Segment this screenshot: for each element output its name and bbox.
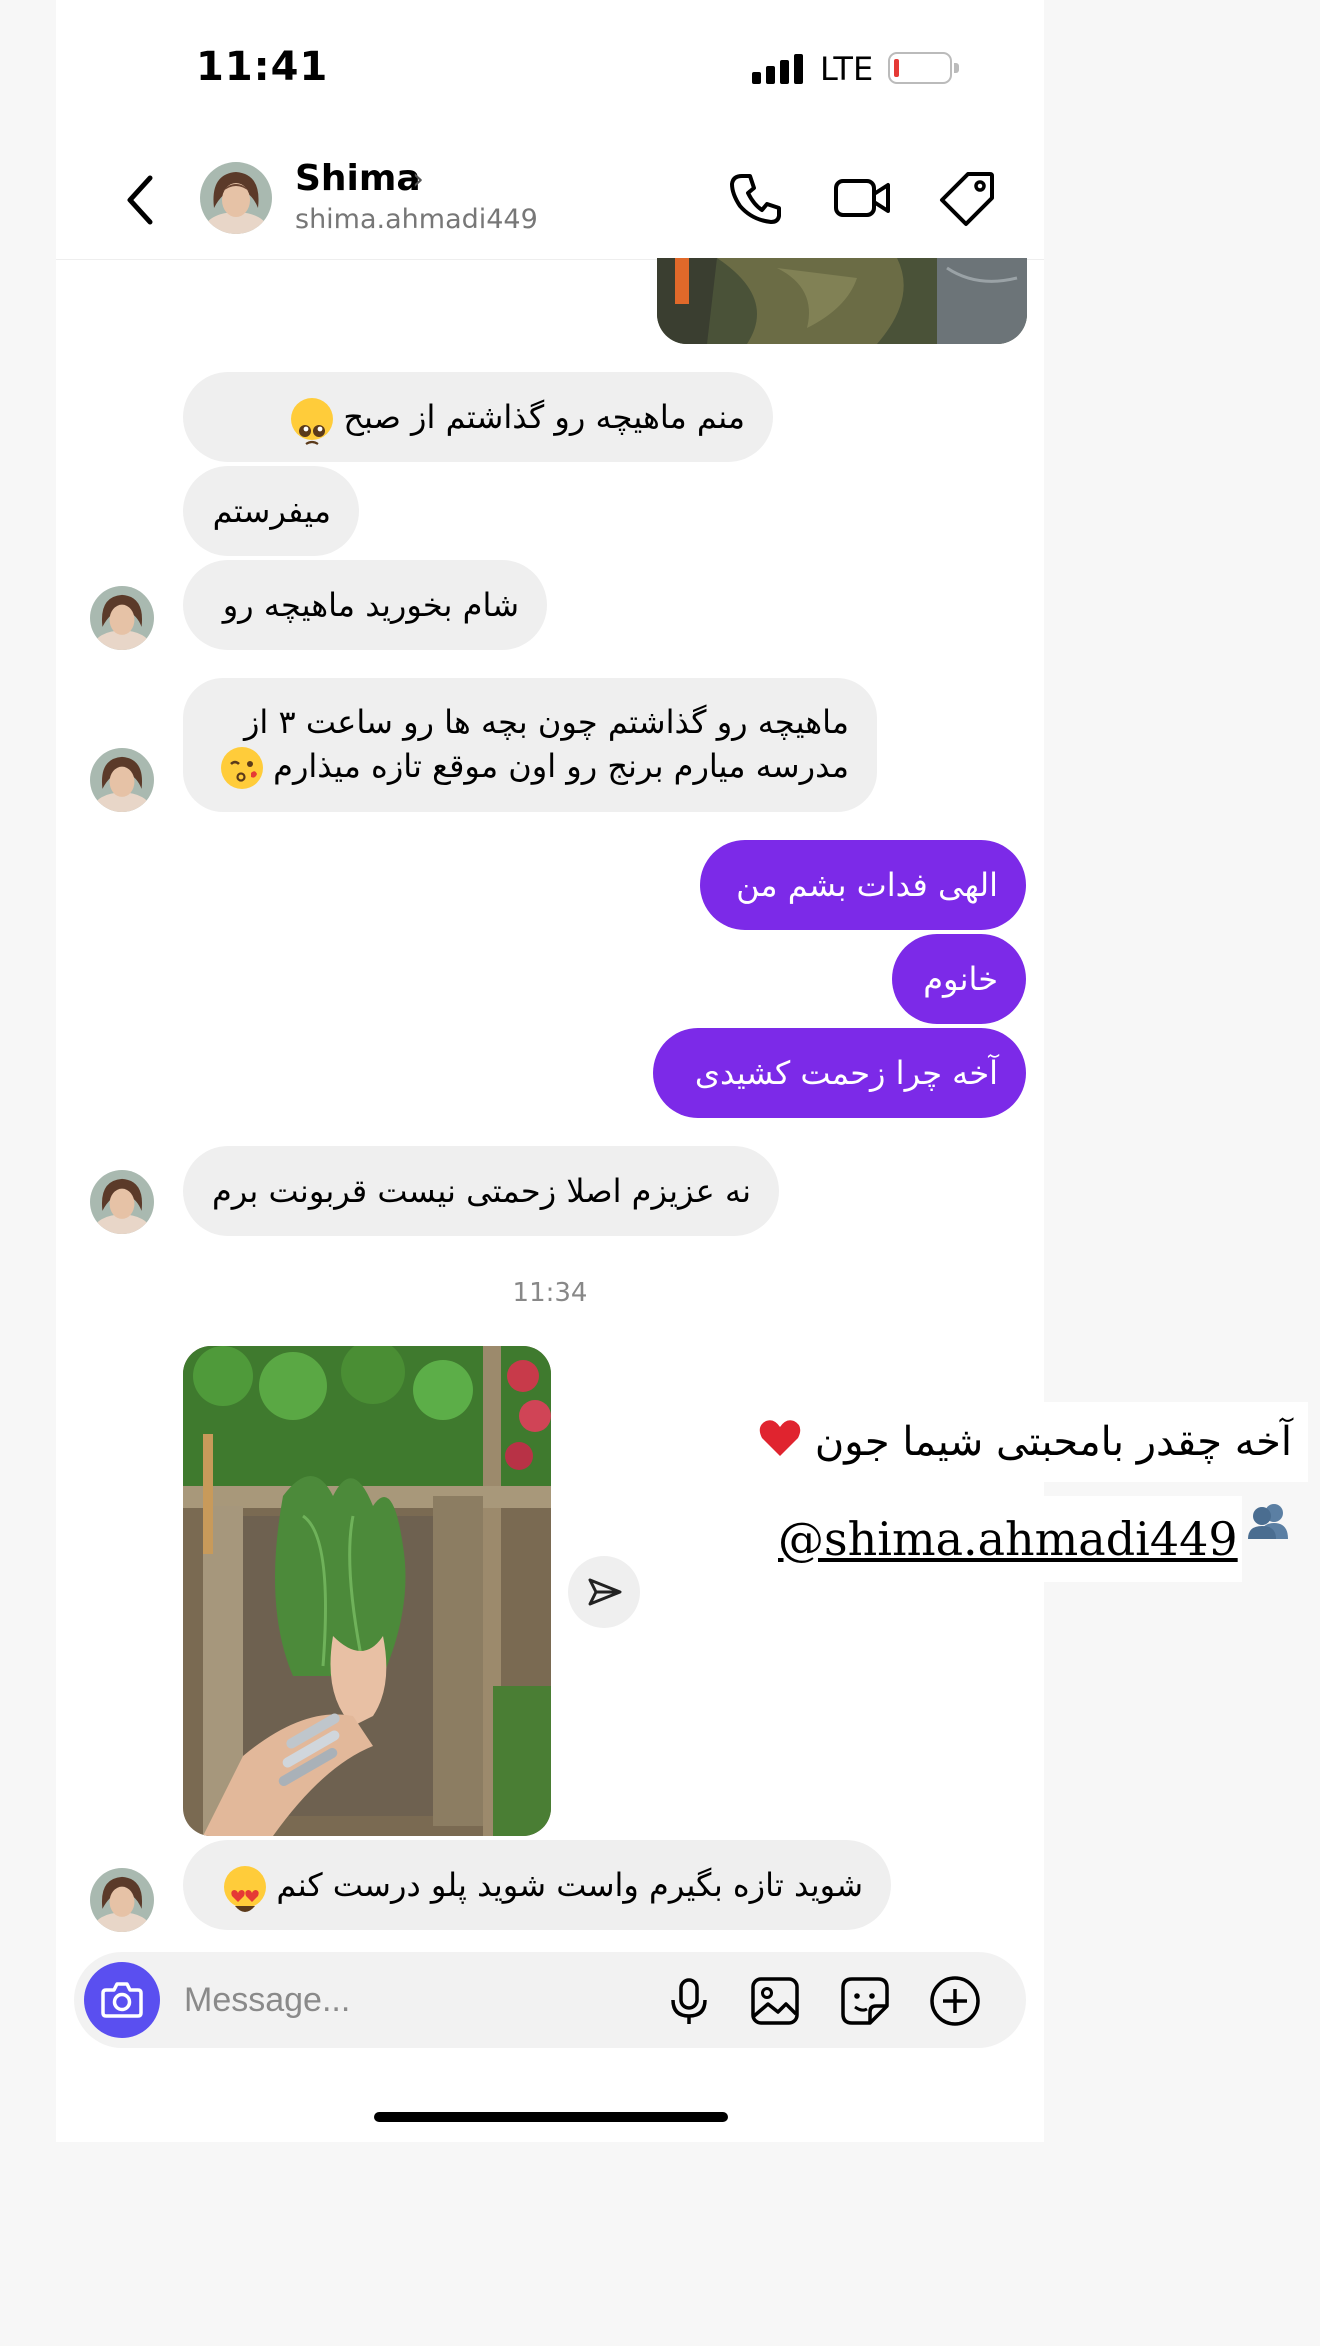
message-text: نه عزیزم اصلا زحمتی نیست قربونت برم: [211, 1172, 751, 1210]
message-bubble[interactable]: آخه چرا زحمت کشیدی: [653, 1028, 1026, 1118]
message-text: خانوم: [923, 960, 998, 998]
message-input[interactable]: [184, 1968, 624, 2032]
camera-button[interactable]: [84, 1962, 160, 2038]
kissing-face-icon: [220, 747, 263, 789]
pleading-face-icon: [291, 398, 334, 445]
message-bubble[interactable]: الهی فدات بشم من: [700, 840, 1026, 930]
shared-post-image[interactable]: [183, 1346, 551, 1836]
avatar[interactable]: [90, 586, 154, 650]
time-separator: 11:34: [512, 1278, 588, 1308]
avatar[interactable]: [90, 1868, 154, 1932]
message-text: ماهیچه رو گذاشتم چون بچه ها رو ساعت ۳ از: [243, 703, 849, 741]
home-indicator[interactable]: [374, 2112, 728, 2122]
busts-in-silhouette-icon: [1246, 1488, 1292, 1568]
message-bubble[interactable]: شام بخورید ماهیچه رو: [183, 560, 547, 650]
message-text: شام بخورید ماهیچه رو: [222, 586, 519, 624]
chevron-right-icon[interactable]: ›: [412, 162, 424, 197]
chat-header: Shima › shima.ahmadi449: [56, 140, 1044, 260]
contact-username: shima.ahmadi449: [295, 204, 538, 235]
heart-eyes-face-icon: [224, 1866, 267, 1912]
red-heart-icon: [758, 1405, 802, 1485]
post-mention[interactable]: @shima.ahmadi449: [756, 1496, 1242, 1582]
avatar[interactable]: [90, 1170, 154, 1234]
message-text: شوید تازه بگیرم واست شوید پلو درست کنم: [276, 1866, 863, 1904]
avatar[interactable]: [200, 162, 272, 234]
status-time: 11:41: [196, 44, 329, 90]
message-bubble[interactable]: شوید تازه بگیرم واست شوید پلو درست کنم: [183, 1840, 891, 1930]
message-text: منم ماهیچه رو گذاشتم از صبح: [343, 398, 745, 436]
microphone-icon[interactable]: [662, 1974, 716, 2028]
mention-link[interactable]: @shima.ahmadi449: [778, 1512, 1238, 1566]
message-bubble[interactable]: منم ماهیچه رو گذاشتم از صبح: [183, 372, 773, 462]
camera-icon: [101, 1982, 143, 2018]
tag-icon[interactable]: [936, 166, 1000, 230]
message-composer: [74, 1952, 1026, 2048]
network-label: LTE: [820, 50, 874, 88]
signal-icon: [752, 54, 803, 84]
message-text: میفرستم: [212, 492, 331, 530]
contact-name[interactable]: Shima: [295, 158, 421, 199]
message-text: آخه چرا زحمت کشیدی: [694, 1054, 998, 1092]
post-caption-text: آخه چقدر بامحبتی شیما جون: [814, 1419, 1292, 1465]
message-bubble[interactable]: ماهیچه رو گذاشتم چون بچه ها رو ساعت ۳ از…: [183, 678, 877, 812]
status-bar: 11:41 LTE: [56, 0, 1044, 130]
screen: 11:41 LTE Shima › shima.ahmadi449 منم ما…: [0, 0, 1320, 2346]
message-text: مدرسه میارم برنج رو اون موقع تازه میذارم: [273, 747, 849, 785]
video-call-icon[interactable]: [830, 166, 894, 230]
phone-call-icon[interactable]: [724, 166, 788, 230]
share-button[interactable]: [568, 1556, 640, 1628]
battery-icon: [888, 52, 959, 84]
chat-screen: 11:41 LTE Shima › shima.ahmadi449 منم ما…: [56, 0, 1308, 2142]
message-bubble[interactable]: میفرستم: [183, 466, 359, 556]
message-bubble[interactable]: خانوم: [892, 934, 1026, 1024]
image-message[interactable]: [657, 258, 1027, 344]
sticker-icon[interactable]: [838, 1974, 892, 2028]
message-text: الهی فدات بشم من: [736, 866, 998, 904]
gallery-icon[interactable]: [748, 1974, 802, 2028]
message-bubble[interactable]: نه عزیزم اصلا زحمتی نیست قربونت برم: [183, 1146, 779, 1236]
plus-circle-icon[interactable]: [928, 1974, 982, 2028]
back-arrow-icon[interactable]: [116, 170, 166, 230]
send-icon: [588, 1578, 622, 1606]
avatar[interactable]: [90, 748, 154, 812]
post-caption: آخه چقدر بامحبتی شیما جون: [708, 1402, 1308, 1539]
